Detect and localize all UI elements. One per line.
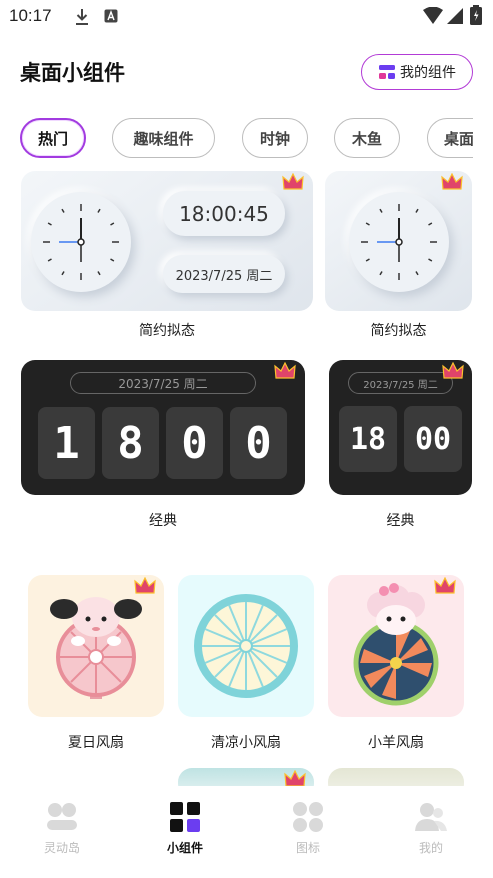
tab-clock[interactable]: 时钟: [242, 118, 308, 158]
widget-caption: 经典: [149, 513, 177, 529]
widget-list-icon: [379, 65, 395, 79]
premium-crown-icon: [434, 577, 456, 594]
analog-clock-face: [349, 192, 449, 292]
tab-hot[interactable]: 热门: [20, 118, 86, 158]
clock-dial-icon: [43, 204, 119, 280]
widget-caption: 清凉小风扇: [211, 735, 281, 751]
lamb-fan-widget[interactable]: [328, 575, 464, 717]
nav-dynamic-island[interactable]: 灵动岛: [22, 786, 102, 866]
lamb-fan-illustration: [353, 583, 439, 706]
date-display: 2023/7/25 周二: [70, 372, 256, 394]
widget-caption: 夏日风扇: [68, 735, 124, 751]
status-time: 10:17: [9, 6, 52, 25]
nav-label: 图标: [295, 841, 320, 855]
premium-crown-icon: [134, 577, 156, 594]
premium-crown-icon: [442, 362, 464, 379]
date-display: 2023/7/25 周二: [163, 255, 285, 293]
my-widgets-button[interactable]: 我的组件: [361, 54, 473, 90]
clock-dial-icon: [361, 204, 437, 280]
time-digit: 1: [38, 407, 95, 479]
widget-caption: 小羊风扇: [368, 735, 424, 751]
date-display: 2023/7/25 周二: [348, 372, 453, 394]
nav-icons[interactable]: 图标: [268, 786, 348, 866]
summer-fan-illustration: [50, 597, 142, 699]
profile-icon: [414, 800, 448, 834]
island-icon: [45, 800, 79, 834]
premium-crown-icon: [441, 173, 463, 190]
my-widgets-label: 我的组件: [400, 65, 456, 81]
time-digit: 8: [102, 407, 159, 479]
tab-wooden-fish[interactable]: 木鱼: [334, 118, 400, 158]
widget-caption: 经典: [386, 513, 415, 529]
status-bar: 10:17: [0, 0, 493, 34]
download-icon: [76, 9, 88, 25]
page-title: 桌面小组件: [20, 61, 125, 85]
analog-clock-face: [31, 192, 131, 292]
nav-label: 小组件: [166, 841, 203, 855]
nav-label: 灵动岛: [43, 841, 80, 855]
tab-fun-widgets[interactable]: 趣味组件: [112, 118, 215, 158]
digital-time: 18:00:45: [163, 191, 285, 236]
nav-widgets[interactable]: 小组件: [145, 786, 225, 866]
neumorphic-clock-widget-large[interactable]: 18:00:45 2023/7/25 周二: [21, 171, 313, 311]
category-tabs: 热门 趣味组件 时钟 木鱼 桌面: [0, 118, 473, 160]
cool-fan-illustration: [194, 594, 298, 698]
premium-crown-icon: [274, 362, 296, 379]
widget-grid-icon: [168, 800, 202, 834]
widget-caption: 简约拟态: [370, 323, 427, 339]
app-screen: 10:17 桌面小组件 我的组件 热门 趣味组件 时钟 木鱼 桌面 18:00:…: [0, 0, 493, 878]
classic-clock-widget-small[interactable]: 2023/7/25 周二 18 00: [329, 360, 472, 495]
font-icon: [104, 9, 118, 23]
summer-fan-widget[interactable]: [28, 575, 164, 717]
widget-caption: 简约拟态: [139, 323, 195, 339]
neumorphic-clock-widget-small[interactable]: [325, 171, 472, 311]
time-digit: 00: [404, 406, 462, 472]
wifi-icon: [423, 7, 443, 24]
time-digit: 18: [339, 406, 397, 472]
signal-icon: [447, 8, 463, 24]
time-digit: 0: [166, 407, 223, 479]
cool-fan-widget[interactable]: [178, 575, 314, 717]
icons-grid-icon: [291, 800, 325, 834]
classic-clock-widget-large[interactable]: 2023/7/25 周二 1 8 0 0: [21, 360, 305, 495]
bottom-navigation: 灵动岛 小组件 图标 我的: [0, 786, 493, 878]
nav-label: 我的: [418, 841, 443, 855]
battery-icon: [470, 5, 482, 25]
premium-crown-icon: [282, 173, 304, 190]
nav-profile[interactable]: 我的: [391, 786, 471, 866]
time-digit: 0: [230, 407, 287, 479]
tab-desktop[interactable]: 桌面: [427, 118, 473, 158]
